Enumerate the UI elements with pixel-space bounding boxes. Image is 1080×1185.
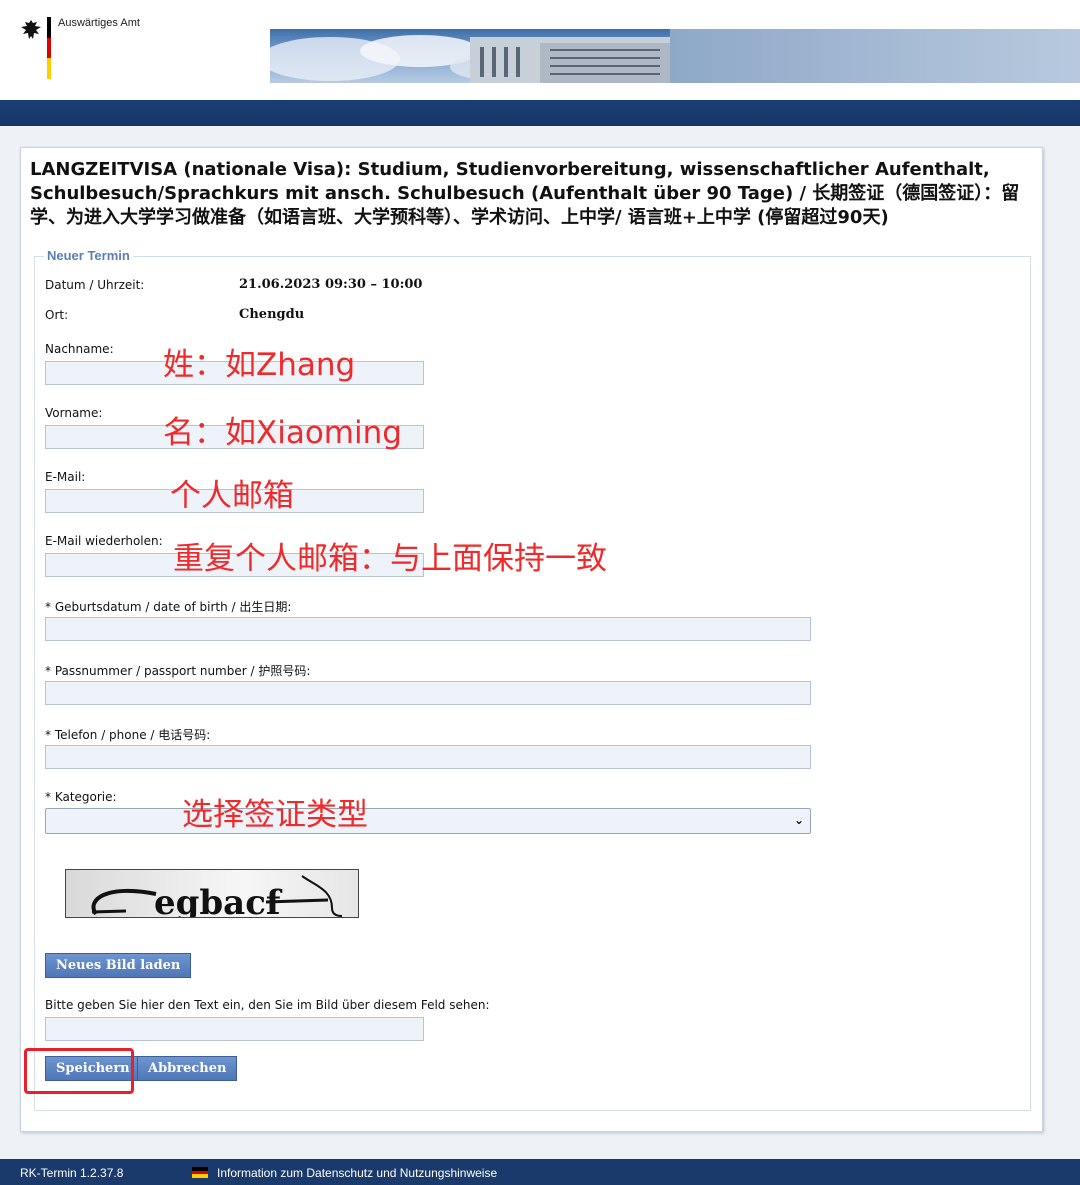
firstname-annotation: 名：如Xiaoming [163, 415, 402, 451]
german-flag-bar [47, 17, 51, 79]
captcha-image: egbacf [65, 869, 359, 918]
location-label: Ort: [45, 308, 69, 322]
privacy-link[interactable]: Information zum Datenschutz und Nutzungs… [217, 1166, 497, 1180]
datetime-value: 21.06.2023 09:30 – 10:00 [239, 277, 423, 292]
category-annotation: 选择签证类型 [182, 797, 368, 833]
birthdate-label: * Geburtsdatum / date of birth / 出生日期: [45, 600, 292, 614]
captcha-prompt: Bitte geben Sie hier den Text ein, den S… [45, 998, 490, 1012]
passport-input[interactable] [45, 681, 811, 705]
captcha-input[interactable] [45, 1017, 424, 1041]
datetime-label: Datum / Uhrzeit: [45, 278, 145, 292]
category-select[interactable]: ⌄ [45, 808, 811, 834]
header-banner-image [270, 29, 1080, 83]
lastname-annotation: 姓：如Zhang [163, 347, 356, 383]
agency-name: Auswärtiges Amt [58, 17, 140, 29]
cancel-button[interactable]: Abbrechen [137, 1056, 238, 1081]
nav-bar [0, 100, 1080, 126]
phone-input[interactable] [45, 745, 811, 769]
email-label: E-Mail: [45, 470, 86, 484]
fieldset-legend: Neuer Termin [44, 248, 133, 263]
site-header: Auswärtiges Amt [0, 0, 1080, 100]
email-repeat-label: E-Mail wiederholen: [45, 534, 163, 548]
email-annotation: 个人邮箱 [170, 478, 294, 514]
email-repeat-annotation: 重复个人邮箱：与上面保持一致 [173, 541, 607, 577]
save-highlight-box [24, 1048, 134, 1094]
captcha-text: egbacf [154, 883, 283, 918]
lastname-label: Nachname: [45, 342, 114, 356]
federal-eagle-icon [21, 20, 41, 39]
birthdate-input[interactable] [45, 617, 811, 641]
firstname-label: Vorname: [45, 406, 103, 420]
german-flag-icon [192, 1167, 208, 1178]
category-label: * Kategorie: [45, 790, 117, 804]
version-text: RK-Termin 1.2.37.8 [20, 1166, 124, 1180]
phone-label: * Telefon / phone / 电话号码: [45, 728, 211, 742]
page-footer: RK-Termin 1.2.37.8 Information zum Daten… [0, 1159, 1080, 1185]
page-title: LANGZEITVISA (nationale Visa): Studium, … [30, 159, 1020, 228]
passport-label: * Passnummer / passport number / 护照号码: [45, 664, 311, 678]
chevron-down-icon: ⌄ [793, 813, 804, 827]
location-value: Chengdu [239, 307, 305, 322]
reload-captcha-button[interactable]: Neues Bild laden [45, 953, 192, 978]
